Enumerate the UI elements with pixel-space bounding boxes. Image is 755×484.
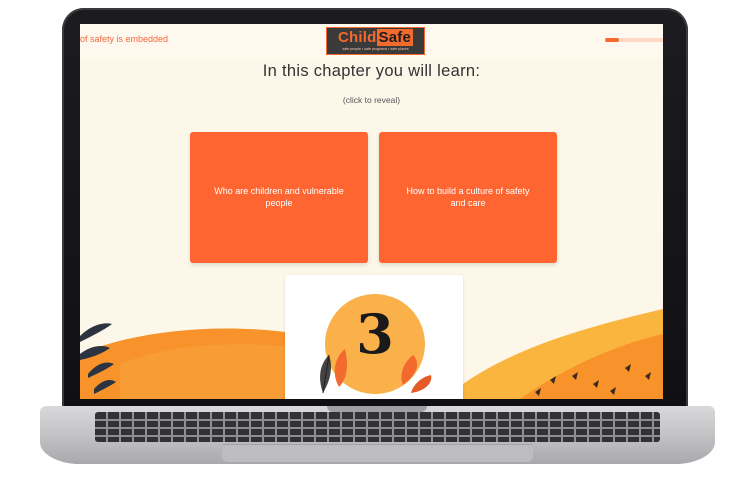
trackpad xyxy=(222,444,533,462)
page-title: In this chapter you will learn: xyxy=(262,62,481,80)
logo-word-safe: Safe xyxy=(376,29,413,46)
reveal-card-label: How to build a culture of safety and car… xyxy=(406,185,530,208)
chapter-card: 3 xyxy=(285,275,463,399)
chapter-number: 3 xyxy=(356,302,394,366)
keyboard-row-divider xyxy=(95,427,660,429)
progress-fill xyxy=(605,38,619,42)
top-bar: of safety is embedded Child Safe safe peo… xyxy=(80,24,663,58)
logo-tagline: safe people • safe programs • safe place… xyxy=(342,47,409,51)
logo-word-child: Child xyxy=(338,29,377,46)
logo-wordmark: Child Safe xyxy=(327,29,424,46)
reveal-card-children[interactable]: Who are children and vulnerable people xyxy=(190,132,368,263)
reveal-card-culture[interactable]: How to build a culture of safety and car… xyxy=(379,132,557,263)
breadcrumb-text: of safety is embedded xyxy=(80,34,169,44)
keyboard-row-divider xyxy=(95,435,660,437)
childsafe-logo[interactable]: Child Safe safe people • safe programs • … xyxy=(326,27,425,55)
screen: of safety is embedded Child Safe safe peo… xyxy=(80,24,663,399)
reveal-card-label: Who are children and vulnerable people xyxy=(214,185,344,208)
keyboard-row-divider xyxy=(95,419,660,421)
click-to-reveal-hint: (click to reveal) xyxy=(342,95,401,105)
progress-bar xyxy=(605,38,663,42)
